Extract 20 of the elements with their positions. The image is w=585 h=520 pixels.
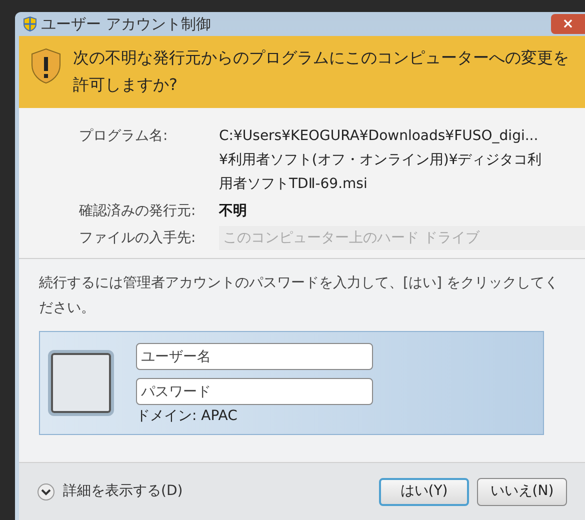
detail-value: C:¥Users¥KEOGURA¥Downloads¥FUSO_digi...¥利用者ソフト(オフ・オンライン用)¥ディジタコ利用者ソフトTDⅡ-69.msi <box>219 127 543 194</box>
password-field[interactable]: パスワード <box>136 378 373 405</box>
instruction-text: 続行するには管理者アカウントのパスワードを入力して、[はい] をクリックしてください。 <box>39 274 560 318</box>
shield-icon <box>23 16 37 32</box>
dialog-button[interactable]: いいえ(N) <box>477 478 567 506</box>
detail-label: プログラム名: <box>79 127 169 146</box>
details-toggle[interactable]: 詳細を表示する(D) <box>37 481 183 502</box>
warning-shield-icon <box>31 48 61 84</box>
dialog-button[interactable]: はい(Y) <box>379 478 469 506</box>
detail-value: 不明 <box>219 202 247 221</box>
user-picture-frame <box>48 350 114 416</box>
username-field[interactable]: ユーザー名 <box>136 343 373 370</box>
domain-text: ドメイン: APAC <box>136 409 238 423</box>
close-button[interactable]: × <box>551 14 585 34</box>
detail-label: ファイルの入手先: <box>79 229 197 248</box>
detail-value: このコンピューター上のハード ドライブ <box>219 226 585 250</box>
chevron-down-icon <box>37 482 55 500</box>
window-title: ユーザー アカウント制御 <box>41 14 211 35</box>
detail-label: 確認済みの発行元: <box>79 202 197 221</box>
warning-message: 次の不明な発行元からのプログラムにこのコンピューターへの変更を許可しますか? <box>73 47 570 96</box>
